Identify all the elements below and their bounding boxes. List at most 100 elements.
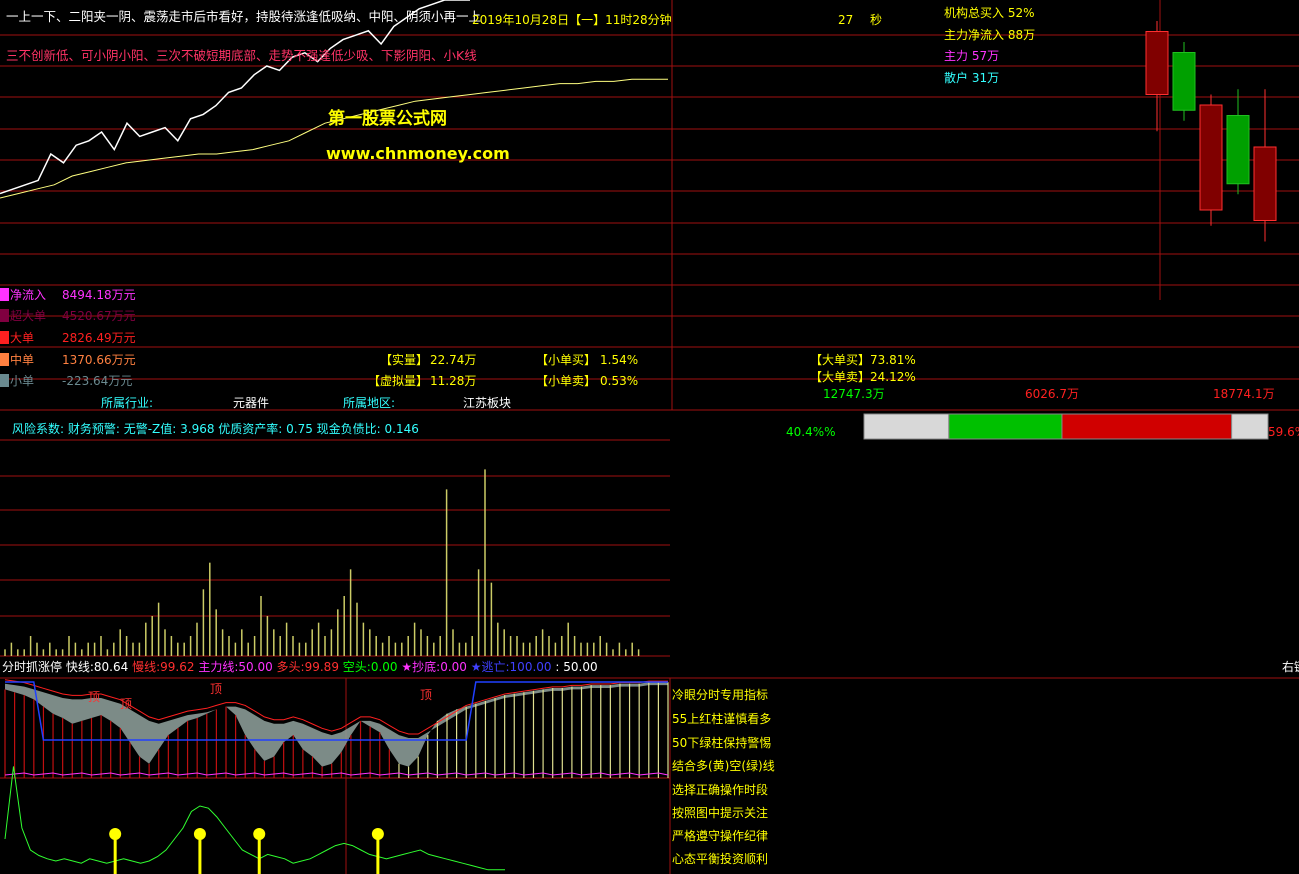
flow-swatch (0, 374, 9, 387)
right-amount: 18774.1万 (1213, 387, 1275, 401)
top-marker: 顶 (120, 697, 133, 711)
flow-swatch (0, 309, 9, 322)
short-value: 0.00 (370, 660, 398, 674)
sell-amount: 6026.7万 (1025, 387, 1079, 401)
note-item: 按照图中提示关注 (672, 806, 769, 820)
fast-label: 快线: (65, 660, 94, 674)
big-buy-label: 【大单买】 (810, 353, 871, 367)
top-marker: 顶 (420, 688, 433, 702)
watermark-url: www.chnmoney.com (326, 144, 510, 163)
bottom-signal-marker (253, 828, 266, 840)
watermark-title: 第一股票公式网 (328, 109, 447, 129)
candle-body (1172, 52, 1196, 111)
flow-value: 2826.49万元 (62, 331, 136, 345)
escape-label: ★逃亡: (470, 660, 510, 674)
virtual-volume-label: 【虚拟量】 (368, 374, 429, 388)
note-item: 结合多(黄)空(绿)线 (672, 759, 775, 773)
note-item: 选择正确操作时段 (672, 783, 769, 797)
real-volume-label: 【实量】 (380, 353, 429, 367)
bottom-fishing-label: ★抄底: (401, 660, 441, 674)
main-net-inflow: 主力净流入 88万 (944, 28, 1036, 42)
candle-body (1199, 104, 1223, 211)
buy-sell-ratio-bar (863, 413, 1269, 440)
flow-label: 净流入 (10, 288, 47, 302)
ratio-segment (1061, 413, 1233, 440)
escape-value: 100.00 (509, 660, 552, 674)
ratio-left-percent: 40.4%% (786, 425, 836, 439)
note-item: 严格遵守操作纪律 (672, 829, 769, 843)
flow-value: 1370.66万元 (62, 353, 136, 367)
small-sell-value: 0.53% (600, 374, 639, 388)
flow-value: 4520.67万元 (62, 309, 136, 323)
candle-body (1253, 146, 1277, 221)
main-line-label: 主力线: (198, 660, 239, 674)
big-buy-value: 73.81% (870, 353, 916, 367)
pattern-text-line2: 三不创新低、可小阴小阳、三次不破短期底部、走势不强逢低少吸、下影阴阳、小K线 (6, 48, 477, 63)
ratio-right-percent: 59.6% (1268, 425, 1299, 439)
risk-info: 风险系数: 财务预警: 无警-Z值: 3.968 优质资产率: 0.75 现金负… (12, 422, 419, 436)
industry-value: 元器件 (233, 396, 270, 410)
big-sell-value: 24.12% (870, 370, 916, 384)
bottom-signal-marker (371, 828, 384, 840)
flow-row-small: 小单 (0, 374, 34, 388)
top-marker: 顶 (210, 682, 223, 696)
flow-label: 小单 (10, 374, 35, 388)
note-item: 50下绿柱保持警惕 (672, 736, 772, 750)
big-sell-label: 【大单卖】 (810, 370, 871, 384)
flow-label: 超大单 (10, 309, 47, 323)
flow-value: -223.64万元 (62, 374, 133, 388)
flow-label: 大单 (10, 331, 35, 345)
right-click-label[interactable]: 右键 (1282, 660, 1299, 674)
intraday-price-chart (0, 0, 668, 199)
institution-total-buy: 机构总买入 52% (944, 6, 1035, 20)
ratio-segment (863, 413, 950, 440)
flow-row-large: 大单 (0, 331, 34, 345)
indicator-name: 分时抓涨停 (2, 660, 63, 674)
candle-body (1226, 115, 1250, 185)
region-value: 江苏板块 (463, 396, 512, 410)
main-force: 主力 57万 (944, 49, 1000, 63)
slow-value: 99.62 (160, 660, 195, 674)
main-force-line (4, 772, 669, 776)
fast-value: 80.64 (93, 660, 129, 674)
top-marker: 顶 (88, 690, 101, 704)
main-line-value: 50.00 (238, 660, 273, 674)
bottom-signal-marker (193, 828, 206, 840)
flow-label: 中单 (10, 353, 35, 367)
buy-amount: 12747.3万 (823, 387, 885, 401)
flow-swatch (0, 331, 9, 344)
indicator-header: 分时抓涨停 快线:80.64 慢线:99.62 主力线:50.00 多头:99.… (2, 660, 598, 674)
note-item: 心态平衡投资顺利 (672, 852, 769, 866)
chart-canvas (0, 0, 1299, 874)
flow-row-extra-large: 超大单 (0, 309, 46, 323)
note-item: 55上红柱谨慎看多 (672, 712, 772, 726)
pattern-text-line1: 一上一下、二阳夹一阴、震荡走市后市看好，持股待涨逢低吸纳、中阳、阴须小再一上 (6, 9, 482, 24)
seconds-unit: 秒 (870, 13, 883, 27)
small-buy-label: 【小单买】 (536, 353, 597, 367)
slow-label: 慢线: (132, 660, 161, 674)
oscillator-line (4, 766, 505, 871)
flow-swatch (0, 353, 9, 366)
flow-swatch (0, 288, 9, 301)
long-label: 多头: (276, 660, 305, 674)
oscillator-chart (4, 766, 505, 874)
candle-body (1145, 31, 1169, 95)
seconds-value: 27 (838, 13, 854, 27)
real-volume-value: 22.74万 (430, 353, 477, 367)
short-label: 空头: (342, 660, 371, 674)
industry-label: 所属行业: (101, 396, 154, 410)
ratio-segment (948, 413, 1063, 440)
small-sell-label: 【小单卖】 (536, 374, 597, 388)
region-label: 所属地区: (343, 396, 396, 410)
retail: 散户 31万 (944, 71, 1000, 85)
flow-value: 8494.18万元 (62, 288, 136, 302)
indicator-chart (4, 679, 669, 778)
note-item: 冷眼分时专用指标 (672, 688, 769, 702)
candlestick-chart (1145, 21, 1277, 242)
flow-row-net-inflow: 净流入 (0, 288, 46, 302)
bottom-signal-marker (109, 828, 122, 840)
datetime-label: 2019年10月28日【一】11时28分钟 (472, 13, 672, 27)
small-buy-value: 1.54% (600, 353, 639, 367)
virtual-volume-value: 11.28万 (430, 374, 477, 388)
long-value: 99.89 (304, 660, 339, 674)
